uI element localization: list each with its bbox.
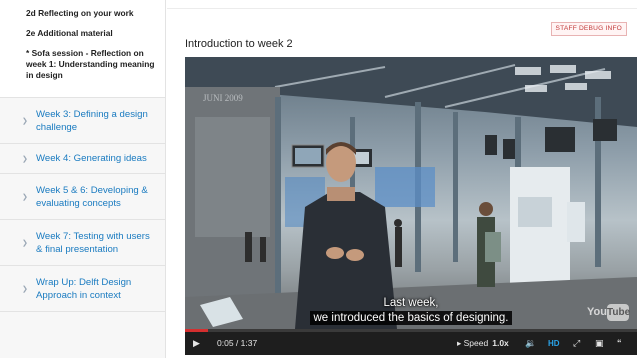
- course-outline-sidebar: 2d Reflecting on your work 2e Additional…: [0, 0, 166, 358]
- volume-icon[interactable]: 🔉: [525, 332, 536, 355]
- sidebar-item-label: Week 3: Defining a design challenge: [36, 108, 148, 133]
- chevron-right-icon: ❯: [22, 285, 28, 293]
- chevron-right-icon: ❯: [22, 239, 28, 247]
- speed-button[interactable]: ▸ Speed 1.0x: [457, 332, 509, 355]
- hd-toggle-button[interactable]: HD: [548, 332, 560, 355]
- youtube-logo: You Tube: [587, 304, 630, 322]
- subsection-2e-link[interactable]: 2e Additional material: [0, 28, 165, 39]
- video-frame: JUNI 2009: [185, 57, 637, 329]
- speed-value: 1.0x: [492, 338, 509, 348]
- subtitle-line-1: Last week,: [383, 297, 439, 309]
- chevron-right-icon: ❯: [22, 155, 28, 163]
- fullscreen-icon[interactable]: ⤢: [573, 332, 580, 355]
- video-time-display: 0:05 / 1:37: [217, 338, 258, 348]
- sidebar-item-label: Week 5 & 6: Developing & evaluating conc…: [36, 184, 148, 209]
- scene-wall-text: JUNI 2009: [203, 93, 243, 103]
- sidebar-item-label: Week 4: Generating ideas: [36, 153, 147, 164]
- video-title: Introduction to week 2: [185, 38, 293, 50]
- play-icon[interactable]: ▶: [193, 332, 200, 355]
- video-frame-illustration: JUNI 2009: [185, 57, 637, 329]
- sidebar-item-label: Wrap Up: Delft Design Approach in contex…: [36, 276, 132, 301]
- chevron-right-icon: ❯: [22, 117, 28, 125]
- subtitle-line-2: we introduced the basics of designing.: [185, 311, 637, 325]
- sidebar-item-week4[interactable]: ❯ Week 4: Generating ideas: [0, 144, 165, 174]
- video-controls-bar: ▶ 0:05 / 1:37 ▸ Speed 1.0x 🔉 HD ⤢ ▣ “: [185, 332, 637, 355]
- main-content: STAFF DEBUG INFO Introduction to week 2: [167, 0, 637, 358]
- sidebar-item-label: Week 7: Testing with users & final prese…: [36, 230, 150, 255]
- speed-label: Speed: [463, 338, 489, 348]
- chevron-right-icon: ❯: [22, 193, 28, 201]
- sidebar-item-week5-6[interactable]: ❯ Week 5 & 6: Developing & evaluating co…: [0, 174, 165, 220]
- closed-captions-icon[interactable]: ▣: [595, 332, 604, 355]
- video-player[interactable]: JUNI 2009 Last week, we introduced the b…: [185, 57, 637, 355]
- sidebar-item-wrap-up[interactable]: ❯ Wrap Up: Delft Design Approach in cont…: [0, 266, 165, 312]
- sidebar-item-week7[interactable]: ❯ Week 7: Testing with users & final pre…: [0, 220, 165, 266]
- week2-subsection-list: 2d Reflecting on your work 2e Additional…: [0, 0, 165, 98]
- sidebar-item-week3[interactable]: ❯ Week 3: Defining a design challenge: [0, 98, 165, 144]
- divider: [167, 8, 637, 9]
- staff-debug-info-button[interactable]: STAFF DEBUG INFO: [550, 22, 627, 36]
- subsection-sofa-session-link[interactable]: * Sofa session - Reflection on week 1: U…: [0, 48, 165, 81]
- subsection-2d-link[interactable]: 2d Reflecting on your work: [0, 8, 165, 19]
- transcript-quote-icon[interactable]: “: [617, 332, 622, 355]
